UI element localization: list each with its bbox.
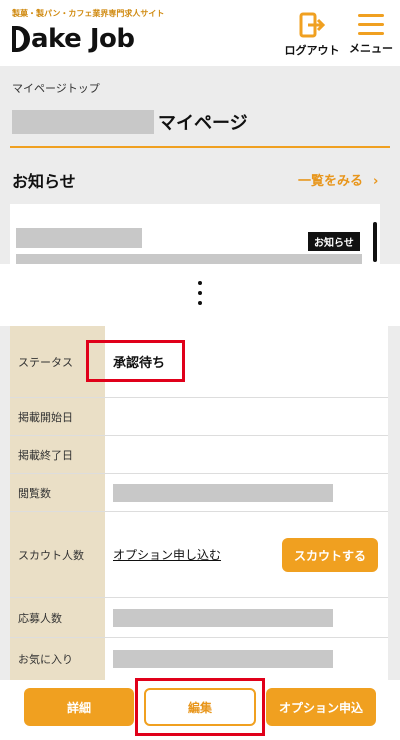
title-underline — [10, 146, 390, 148]
applicants-label: 応募人数 — [10, 598, 105, 637]
omitted-content-separator — [0, 264, 400, 326]
hamburger-icon — [358, 12, 384, 36]
breadcrumb[interactable]: マイページトップ — [12, 80, 100, 96]
notice-scrollbar[interactable] — [373, 222, 377, 262]
table-row-views: 閲覧数 — [10, 474, 388, 512]
start-date-value — [105, 398, 388, 435]
chevron-right-icon: › — [373, 174, 379, 189]
applicants-cell — [105, 598, 388, 637]
notice-heading: お知らせ — [12, 172, 76, 191]
table-row-scouts: スカウト人数 オプション申し込む スカウトする — [10, 512, 388, 598]
end-date-value — [105, 436, 388, 473]
table-row-status: ステータス 承認待ち — [10, 326, 388, 398]
menu-label: メニュー — [349, 42, 393, 55]
notice-more-link[interactable]: 一覧をみる › — [298, 170, 378, 189]
favorites-label: お気に入り — [10, 638, 105, 680]
site-header: 製菓・製パン・カフェ業界専門求人サイト ake Job ログアウト メニュー — [0, 0, 400, 66]
site-logo[interactable]: ake Job — [12, 24, 135, 54]
redacted-applicants-value — [113, 608, 333, 627]
logo-text: ake Job — [31, 24, 135, 54]
redacted-notice-title — [16, 228, 142, 248]
logout-icon — [299, 12, 326, 38]
table-row-applicants: 応募人数 — [10, 598, 388, 638]
views-label: 閲覧数 — [10, 474, 105, 511]
menu-button[interactable]: メニュー — [343, 12, 399, 56]
redacted-company-name — [12, 110, 154, 134]
start-date-label: 掲載開始日 — [10, 398, 105, 435]
scout-button[interactable]: スカウトする — [282, 538, 378, 572]
redacted-views-value — [113, 483, 333, 502]
scouts-cell: オプション申し込む スカウトする — [105, 512, 388, 597]
job-status-table: ステータス 承認待ち 掲載開始日 掲載終了日 閲覧数 スカウト人数 オプション申… — [10, 326, 388, 680]
notice-list[interactable]: お知らせ — [10, 204, 380, 264]
edit-highlight-box — [135, 678, 265, 736]
notice-badge: お知らせ — [308, 232, 360, 251]
scouts-label: スカウト人数 — [10, 512, 105, 597]
site-tagline: 製菓・製パン・カフェ業界専門求人サイト — [12, 9, 165, 18]
vertical-ellipsis-icon — [198, 281, 202, 311]
notice-more-label: 一覧をみる — [298, 174, 364, 189]
redacted-favorites-value — [113, 650, 333, 668]
favorites-cell — [105, 638, 388, 680]
table-row-favorites: お気に入り — [10, 638, 388, 680]
views-cell — [105, 474, 388, 511]
detail-button[interactable]: 詳細 — [24, 688, 134, 726]
table-row-start-date: 掲載開始日 — [10, 398, 388, 436]
page-title: マイページ — [158, 113, 248, 134]
table-row-end-date: 掲載終了日 — [10, 436, 388, 474]
logout-label: ログアウト — [284, 44, 340, 57]
option-apply-link[interactable]: オプション申し込む — [113, 546, 221, 563]
option-apply-button[interactable]: オプション申込 — [266, 688, 376, 726]
redacted-notice-text — [16, 254, 362, 264]
page-title-row: マイページ — [12, 108, 248, 136]
logout-button[interactable]: ログアウト — [284, 12, 340, 58]
logo-b-mark — [12, 26, 30, 52]
end-date-label: 掲載終了日 — [10, 436, 105, 473]
status-highlight-box — [86, 340, 185, 382]
